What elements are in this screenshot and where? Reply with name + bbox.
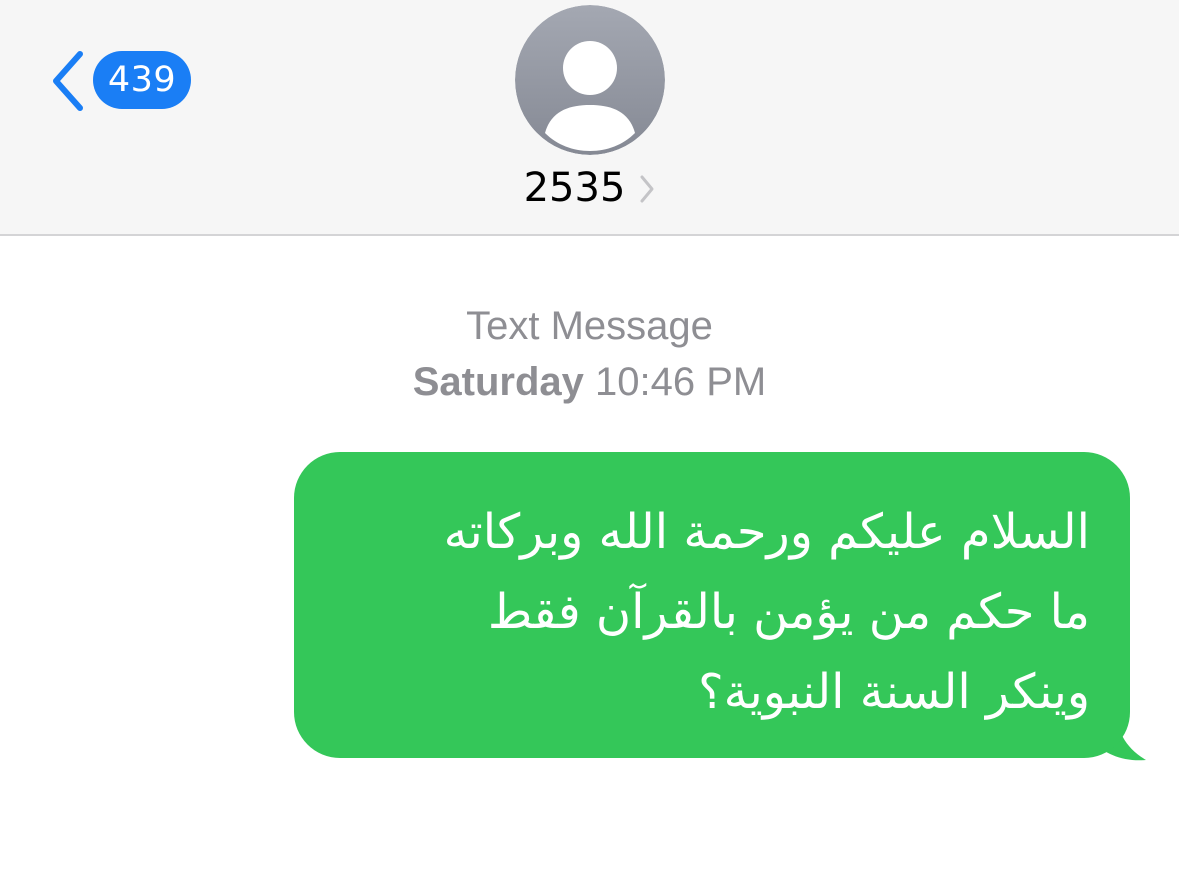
date-time-label: Saturday 10:46 PM bbox=[0, 354, 1179, 410]
back-button[interactable]: 439 bbox=[40, 46, 200, 116]
message-line: ما حكم من يؤمن بالقرآن فقط bbox=[487, 584, 1090, 640]
person-silhouette-icon bbox=[515, 5, 665, 155]
chevron-right-icon bbox=[640, 175, 654, 203]
message-line: السلام عليكم ورحمة الله وبركاته bbox=[443, 504, 1090, 560]
contact-details-link[interactable]: 2535 bbox=[0, 160, 1179, 216]
message-bubble-outgoing[interactable]: السلام عليكم ورحمة الله وبركاته ما حكم م… bbox=[294, 452, 1150, 762]
message-text: السلام عليكم ورحمة الله وبركاته ما حكم م… bbox=[294, 452, 1130, 758]
service-label: Text Message bbox=[466, 304, 713, 348]
contact-avatar[interactable] bbox=[515, 5, 665, 155]
message-line: وينكر السنة النبوية؟ bbox=[698, 664, 1090, 720]
chevron-left-icon bbox=[53, 51, 83, 111]
conversation-header: 439 2535 bbox=[0, 0, 1179, 236]
contact-name: 2535 bbox=[523, 165, 626, 211]
message-timestamp: Text Message Saturday 10:46 PM bbox=[0, 298, 1179, 410]
day-label: Saturday bbox=[412, 360, 584, 404]
time-label: 10:46 PM bbox=[595, 360, 767, 404]
unread-count-badge: 439 bbox=[93, 51, 191, 109]
